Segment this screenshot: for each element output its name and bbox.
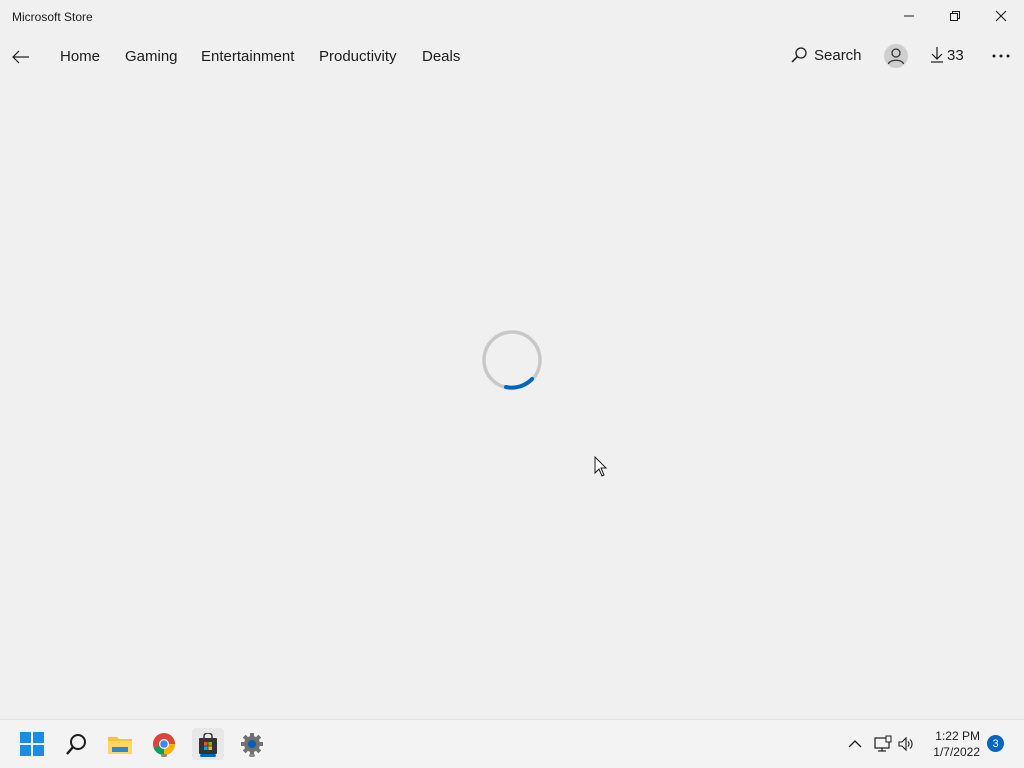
user-icon <box>887 48 905 65</box>
restore-button[interactable] <box>932 0 978 32</box>
chrome-icon <box>153 733 176 756</box>
speaker-icon <box>898 736 913 752</box>
running-indicator <box>161 754 167 757</box>
windows-logo-icon <box>20 732 44 756</box>
nav-productivity[interactable]: Productivity <box>319 48 397 65</box>
arrow-left-icon <box>12 50 29 64</box>
clock-time: 1:22 PM <box>935 729 980 743</box>
folder-icon <box>108 737 132 754</box>
search-label: Search <box>814 46 862 64</box>
notification-badge[interactable]: 3 <box>987 735 1004 752</box>
close-button[interactable] <box>978 0 1024 32</box>
search-button[interactable]: Search <box>790 46 862 64</box>
title-bar: Microsoft Store <box>0 0 1024 34</box>
show-hidden-icons-button[interactable] <box>845 734 865 754</box>
back-button[interactable] <box>8 42 34 72</box>
account-avatar[interactable] <box>884 44 908 68</box>
window-title: Microsoft Store <box>12 10 93 24</box>
loading-spinner <box>482 330 542 390</box>
nav-entertainment[interactable]: Entertainment <box>201 48 294 65</box>
downloads-button[interactable]: 33 <box>930 46 964 64</box>
file-explorer-button[interactable] <box>104 728 136 760</box>
active-indicator <box>200 754 216 757</box>
nav-home[interactable]: Home <box>60 48 100 65</box>
chevron-up-icon <box>848 740 862 748</box>
microsoft-store-button[interactable] <box>192 728 224 760</box>
mouse-cursor-icon <box>594 456 608 477</box>
gear-icon <box>241 733 263 755</box>
nav-deals[interactable]: Deals <box>422 48 460 65</box>
downloads-count: 33 <box>947 46 964 64</box>
store-bag-icon <box>199 733 217 754</box>
taskbar: 1:22 PM 1/7/2022 3 <box>0 719 1024 768</box>
clock-button[interactable]: 1:22 PM 1/7/2022 <box>933 728 980 760</box>
search-icon <box>791 47 807 63</box>
minimize-icon <box>904 15 914 17</box>
minimize-button[interactable] <box>886 0 932 32</box>
volume-button[interactable] <box>896 734 916 754</box>
search-icon <box>66 734 86 755</box>
download-icon <box>931 47 943 63</box>
restore-icon <box>950 11 960 21</box>
ellipsis-icon <box>992 54 1010 58</box>
settings-button[interactable] <box>236 728 268 760</box>
network-icon <box>874 735 892 752</box>
start-button[interactable] <box>16 728 48 760</box>
network-button[interactable] <box>873 734 893 754</box>
more-options-button[interactable] <box>988 44 1014 68</box>
top-navigation: Home Gaming Entertainment Productivity D… <box>0 38 1024 76</box>
nav-gaming[interactable]: Gaming <box>125 48 178 65</box>
chrome-button[interactable] <box>148 728 180 760</box>
main-content <box>0 80 1024 720</box>
taskbar-search-button[interactable] <box>60 728 92 760</box>
close-icon <box>995 10 1007 22</box>
clock-date: 1/7/2022 <box>933 745 980 759</box>
running-indicator <box>249 754 255 757</box>
microsoft-store-window: Microsoft Store Home Gaming Entertainmen… <box>0 0 1024 768</box>
